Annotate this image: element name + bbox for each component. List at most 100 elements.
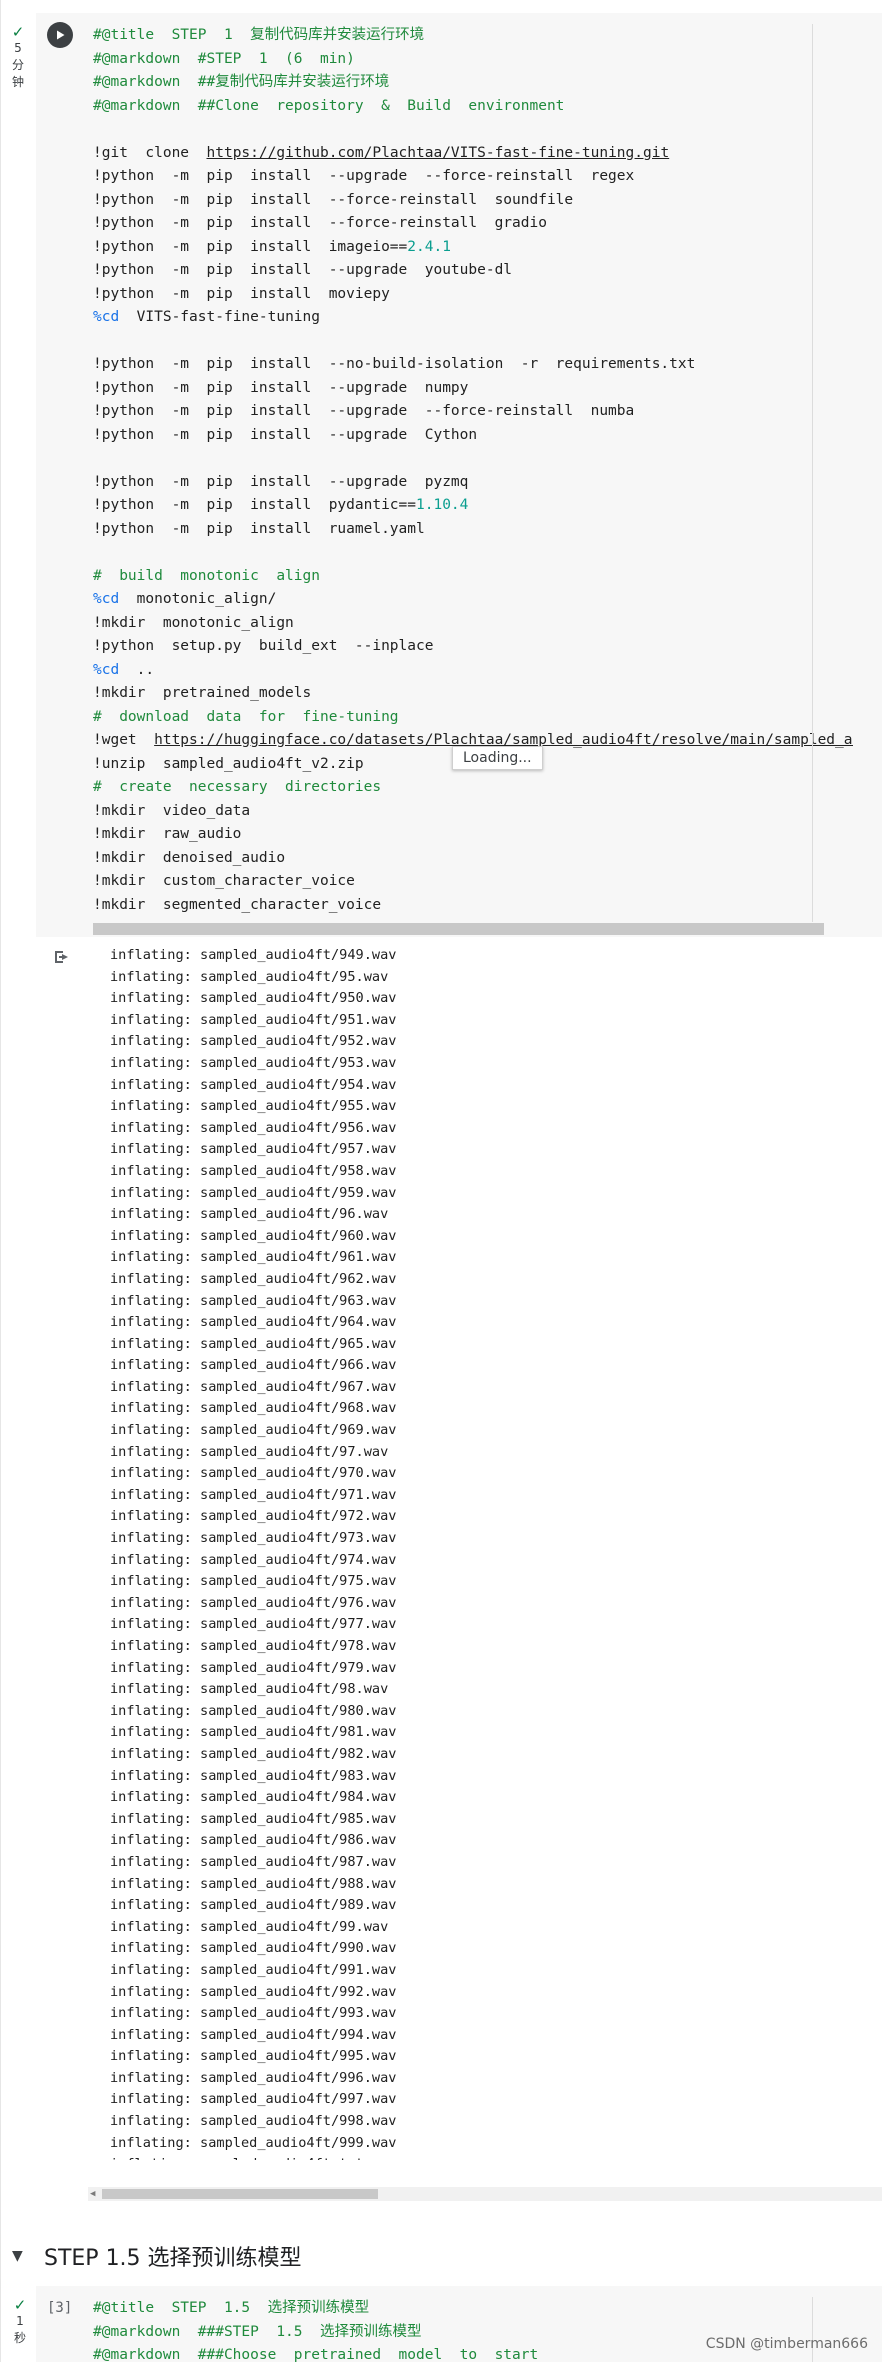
output-line: inflating: sampled_audio4ft/996.wav <box>110 2069 397 2086</box>
output-line: inflating: sampled_audio4ft/97.wav <box>110 1443 389 1460</box>
code-line[interactable]: !python -m pip install imageio==2.4.1 <box>93 236 853 260</box>
code-line[interactable]: !mkdir pretrained_models <box>93 682 853 706</box>
watermark: CSDN @timberman666 <box>705 2336 868 2352</box>
collapse-caret-icon[interactable]: ▼ <box>12 2248 34 2264</box>
code-token: !mkdir custom_character_voice <box>93 873 355 889</box>
code-token: !mkdir denoised_audio <box>93 849 286 866</box>
play-icon <box>57 30 65 40</box>
code-line[interactable]: !python -m pip install --no-build-isolat… <box>93 353 853 377</box>
output-line: inflating: sampled_audio4ft/972.wav <box>110 1508 397 1525</box>
output-scrollbar-thumb[interactable] <box>102 2189 378 2199</box>
cell-status-2: ✓ 1 秒 <box>12 2297 28 2347</box>
code-line[interactable]: !python -m pip install --force-reinstall… <box>93 212 853 236</box>
code-token: %cd <box>93 309 120 325</box>
run-cell-button[interactable] <box>47 22 73 48</box>
code-line[interactable]: # build monotonic align <box>93 565 853 589</box>
code-link[interactable]: https://github.com/Plachtaa/VITS-fast-fi… <box>207 145 670 161</box>
output-line: inflating: sampled_audio4ft/962.wav <box>110 1270 397 1287</box>
code-horizontal-scrollbar[interactable] <box>93 923 824 935</box>
code-line[interactable]: !mkdir denoised_audio <box>93 847 853 871</box>
duration-unit-2: 钟 <box>11 75 24 89</box>
code-line[interactable]: !mkdir segmented_character_voice <box>93 894 853 918</box>
output-line: inflating: sampled_audio4ft/999.wav <box>110 2134 397 2151</box>
code-editor[interactable]: #@title STEP 1 复制代码库并安装运行环境 #@markdown #S… <box>93 24 853 924</box>
output-line: inflating: sampled_audio4ft/960.wav <box>110 1227 397 1244</box>
code-line[interactable]: %cd monotonic_align/ <box>93 588 853 612</box>
output-line: inflating: sampled_audio4ft/952.wav <box>110 1033 397 1050</box>
code-line[interactable]: !mkdir video_data <box>93 800 853 824</box>
code-line[interactable]: #@markdown ##Clone repository & Build en… <box>93 95 853 119</box>
code-line[interactable]: %cd .. <box>93 659 853 683</box>
code-token: !python -m pip install --upgrade --force… <box>93 168 635 184</box>
code-line[interactable]: !python -m pip install --upgrade youtube… <box>93 259 853 283</box>
code-line[interactable]: !mkdir monotonic_align <box>93 612 853 636</box>
duration-unit: 秒 <box>13 2331 26 2345</box>
code-line[interactable]: !python -m pip install --force-reinstall… <box>93 189 853 213</box>
output-line: inflating: sampled_audio4ft/973.wav <box>110 1530 397 1547</box>
code-line[interactable]: !python -m pip install --upgrade Cython <box>93 424 853 448</box>
loading-tooltip: Loading... <box>452 746 543 770</box>
code-token: !python -m pip install --upgrade pyzmq <box>93 473 469 490</box>
code-line[interactable]: !python -m pip install pydantic==1.10.4 <box>93 494 853 518</box>
code-line[interactable]: %cd VITS-fast-fine-tuning <box>93 306 853 330</box>
code-line[interactable]: !python -m pip install ruamel.yaml <box>93 518 853 542</box>
output-line: inflating: sampled_audio4ft/985.wav <box>110 1810 397 1827</box>
output-line: inflating: sampled_audio4ft/966.wav <box>110 1357 397 1374</box>
output-line: inflating: sampled_audio4ft/997.wav <box>110 2091 397 2108</box>
output-line: inflating: sampled_audio4ft/986.wav <box>110 1832 397 1849</box>
output-line: inflating: sampled_audio4ft/955.wav <box>110 1098 397 1115</box>
code-token: !python -m pip install ruamel.yaml <box>93 520 425 537</box>
section-title: STEP 1.5 选择预训练模型 <box>44 2246 302 2271</box>
code-line[interactable]: !python -m pip install --upgrade --force… <box>93 165 853 189</box>
code-token: #@markdown ##复制代码库并安装运行环境 <box>93 74 390 90</box>
code-token: !wget <box>93 732 155 748</box>
code-token: #@markdown #STEP 1 (6 min) <box>93 50 355 67</box>
output-line: inflating: sampled_audio4ft/984.wav <box>110 1789 397 1806</box>
code-line[interactable]: #@markdown #STEP 1 (6 min) <box>93 48 853 72</box>
code-line[interactable]: #@title STEP 1 复制代码库并安装运行环境 <box>93 24 853 48</box>
output-line: inflating: sampled_audio4ft/993.wav <box>110 2005 397 2022</box>
code-line[interactable]: # download data for fine-tuning <box>93 706 853 730</box>
code-line[interactable]: !python -m pip install --upgrade numpy <box>93 377 853 401</box>
code-line[interactable]: !mkdir custom_character_voice <box>93 870 853 894</box>
code-token: 1.10.4 <box>416 497 469 513</box>
code-editor-2[interactable]: #@title STEP 1.5 选择预训练模型 #@markdown ###ST… <box>93 2297 833 2362</box>
code-token: .. <box>119 661 155 678</box>
code-line[interactable]: # create necessary directories <box>93 776 853 800</box>
code-token: !mkdir raw_audio <box>93 826 242 842</box>
output-line: inflating: sampled_audio4ft/971.wav <box>110 1486 397 1503</box>
duration-digit: 1 <box>16 2314 24 2328</box>
code-line[interactable]: !python setup.py build_ext --inplace <box>93 635 853 659</box>
code-token: #@title STEP 1.5 选择预训练模型 <box>93 2300 370 2316</box>
code-token: !python -m pip install imageio== <box>93 238 408 255</box>
section-header[interactable]: ▼ STEP 1.5 选择预训练模型 <box>12 2240 302 2272</box>
output-line: inflating: sampled_audio4ft/977.wav <box>110 1616 397 1633</box>
output-line: inflating: sampled_audio4ft/974.wav <box>110 1551 397 1568</box>
code-line[interactable]: !git clone https://github.com/Plachtaa/V… <box>93 142 853 166</box>
code-line[interactable]: !python -m pip install --upgrade --force… <box>93 400 853 424</box>
code-line[interactable] <box>93 118 853 142</box>
output-line: inflating: sampled_audio4ft/95.wav <box>110 968 389 985</box>
ruler-line <box>812 2297 813 2362</box>
code-line[interactable] <box>93 541 853 565</box>
output-arrow-icon[interactable] <box>52 947 72 967</box>
code-line[interactable]: !python -m pip install --upgrade pyzmq <box>93 471 853 495</box>
code-token: #@markdown ##Clone repository & Build en… <box>93 97 565 114</box>
code-line[interactable]: !mkdir raw_audio <box>93 823 853 847</box>
code-line[interactable] <box>93 330 853 354</box>
code-line[interactable]: #@title STEP 1.5 选择预训练模型 <box>93 2297 833 2321</box>
output-line: inflating: sampled_audio4ft/970.wav <box>110 1465 397 1482</box>
code-line[interactable]: #@markdown ##复制代码库并安装运行环境 <box>93 71 853 95</box>
code-line[interactable] <box>93 447 853 471</box>
code-token: !git clone <box>93 144 207 161</box>
code-token: #@markdown ###Choose pretrained model to… <box>93 2347 539 2362</box>
code-token: !python -m pip install --upgrade --force… <box>93 403 635 419</box>
scroll-left-arrow-icon[interactable]: ◀ <box>90 2189 98 2199</box>
output-line: inflating: sampled_audio4ft/949.wav <box>110 947 397 963</box>
code-line[interactable]: !python -m pip install moviepy <box>93 283 853 307</box>
check-icon: ✓ <box>11 23 25 41</box>
output-line: inflating: sampled_audio4ft/958.wav <box>110 1162 397 1179</box>
code-token: !python -m pip install --no-build-isolat… <box>93 356 696 372</box>
output-line: inflating: sampled_audio4ft/959.wav <box>110 1184 397 1201</box>
output-line: inflating: sampled_audio4ft/969.wav <box>110 1422 397 1439</box>
